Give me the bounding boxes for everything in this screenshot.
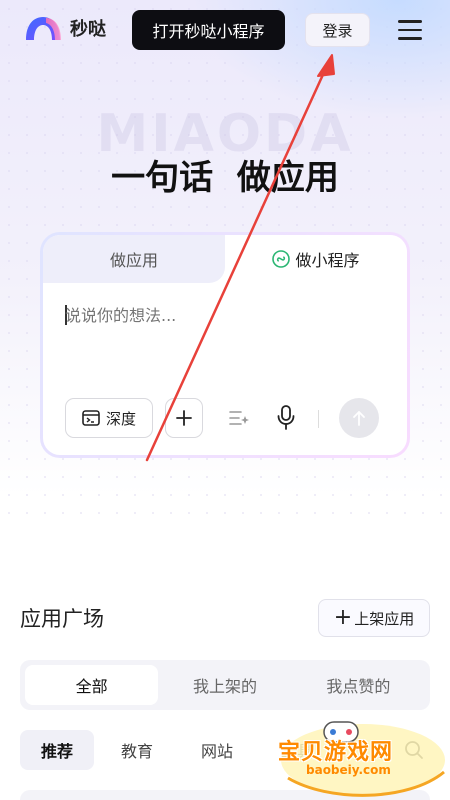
- composer-card: 做应用 做小程序 深度: [40, 232, 410, 458]
- open-mini-program-button[interactable]: 打开秒哒小程序: [132, 10, 285, 50]
- toolbar-divider: [318, 410, 319, 428]
- login-button[interactable]: 登录: [305, 13, 370, 47]
- plus-icon: [176, 410, 192, 426]
- send-button[interactable]: [339, 398, 379, 438]
- app-filter-segmented-control: 全部 我上架的 我点赞的: [20, 660, 430, 710]
- segment-all[interactable]: 全部: [25, 665, 159, 705]
- list-app-button[interactable]: + 上架应用: [318, 599, 430, 637]
- segment-my-liked[interactable]: 我点赞的: [292, 665, 425, 705]
- tab-label: 做小程序: [295, 251, 360, 270]
- watermark-text: 宝贝游戏网: [278, 740, 394, 765]
- terminal-icon: [82, 410, 100, 426]
- brand-name: 秒哒: [70, 19, 106, 40]
- composer-toolbar: 深度: [43, 398, 407, 440]
- tab-label: 做应用: [109, 251, 158, 270]
- prompt-optimize-icon[interactable]: [229, 408, 251, 428]
- deep-mode-label: 深度: [105, 409, 136, 428]
- chip-recommended[interactable]: 推荐: [20, 730, 94, 770]
- top-navbar: 秒哒 打开秒哒小程序 登录: [0, 0, 450, 62]
- add-attachment-button[interactable]: [165, 398, 203, 438]
- chip-website[interactable]: 网站: [184, 730, 250, 770]
- plus-icon: +: [333, 605, 353, 630]
- list-app-label: 上架应用: [354, 609, 415, 628]
- segment-my-listed[interactable]: 我上架的: [158, 665, 291, 705]
- watermark-url: baobeiy.com: [306, 763, 391, 777]
- idea-input[interactable]: [65, 303, 385, 327]
- miaoda-logo-icon: [26, 17, 61, 40]
- tab-make-mini-program[interactable]: 做小程序: [225, 235, 407, 283]
- chip-education[interactable]: 教育: [104, 730, 170, 770]
- deep-mode-button[interactable]: 深度: [65, 398, 153, 438]
- app-square-title: 应用广场: [20, 607, 104, 631]
- composer-tabs: 做应用 做小程序: [43, 235, 407, 283]
- tab-make-app[interactable]: 做应用: [43, 235, 225, 283]
- microphone-icon[interactable]: [276, 405, 296, 431]
- arrow-up-icon: [353, 411, 365, 426]
- mini-program-icon: [272, 250, 291, 268]
- menu-icon[interactable]: [398, 20, 422, 40]
- hero-headline: 一句话 做应用: [111, 158, 339, 198]
- logo[interactable]: 秒哒: [24, 14, 106, 42]
